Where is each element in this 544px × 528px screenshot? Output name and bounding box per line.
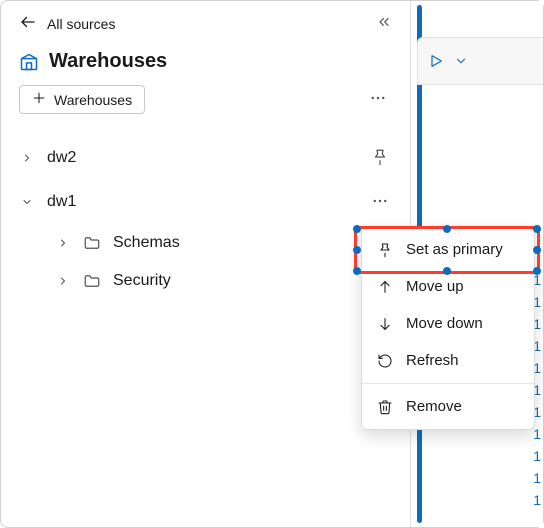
menu-item-label: Move up <box>406 278 464 295</box>
more-dw1-button[interactable] <box>368 190 392 214</box>
sidebar: All sources Warehouses Warehouses <box>1 1 411 527</box>
tree-item-security[interactable]: Security <box>55 262 392 300</box>
context-menu: Set as primary Move up Move down Refresh… <box>361 226 535 430</box>
trash-icon <box>376 399 394 415</box>
folder-icon <box>83 272 101 290</box>
menu-move-down[interactable]: Move down <box>362 305 534 342</box>
chevron-right-icon <box>55 275 71 287</box>
plus-icon <box>32 91 46 108</box>
back-label: All sources <box>47 16 115 32</box>
tree-item-label: dw1 <box>47 193 76 211</box>
add-warehouse-button[interactable]: Warehouses <box>19 85 145 114</box>
menu-remove[interactable]: Remove <box>362 388 534 425</box>
menu-item-label: Move down <box>406 315 483 332</box>
add-button-label: Warehouses <box>54 92 132 108</box>
page-title-row: Warehouses <box>19 44 392 85</box>
chevron-right-icon <box>19 152 35 164</box>
editor-toolbar <box>417 37 543 85</box>
chevron-right-icon <box>55 237 71 249</box>
collapse-panel-button[interactable] <box>376 14 392 33</box>
arrow-up-icon <box>376 279 394 295</box>
arrow-down-icon <box>376 316 394 332</box>
warehouse-icon <box>19 52 39 72</box>
run-dropdown-button[interactable] <box>454 54 468 68</box>
pin-dw2-button[interactable] <box>368 146 392 170</box>
menu-item-label: Remove <box>406 398 462 415</box>
back-arrow-icon <box>19 13 37 34</box>
menu-set-as-primary[interactable]: Set as primary <box>362 231 534 268</box>
pin-icon <box>371 148 389 169</box>
tree-item-label: Schemas <box>113 234 180 252</box>
warehouse-tree: dw2 dw1 <box>19 128 392 300</box>
menu-move-up[interactable]: Move up <box>362 268 534 305</box>
more-icon <box>371 192 389 213</box>
more-icon <box>369 89 387 110</box>
menu-refresh[interactable]: Refresh <box>362 342 534 379</box>
menu-separator <box>362 383 534 384</box>
run-button[interactable] <box>428 53 444 69</box>
tree-item-label: dw2 <box>47 149 76 167</box>
pin-icon <box>376 242 394 258</box>
page-title: Warehouses <box>49 50 167 73</box>
chevron-down-icon <box>19 196 35 208</box>
tree-item-schemas[interactable]: Schemas <box>55 224 392 262</box>
folder-icon <box>83 234 101 252</box>
chevron-double-left-icon <box>376 14 392 33</box>
tree-item-dw1[interactable]: dw1 <box>19 180 392 224</box>
toolbar-more-button[interactable] <box>364 86 392 114</box>
back-all-sources[interactable]: All sources <box>19 13 115 34</box>
refresh-icon <box>376 353 394 369</box>
tree-item-dw2[interactable]: dw2 <box>19 136 392 180</box>
menu-item-label: Set as primary <box>406 241 503 258</box>
tree-item-label: Security <box>113 272 171 290</box>
menu-item-label: Refresh <box>406 352 459 369</box>
